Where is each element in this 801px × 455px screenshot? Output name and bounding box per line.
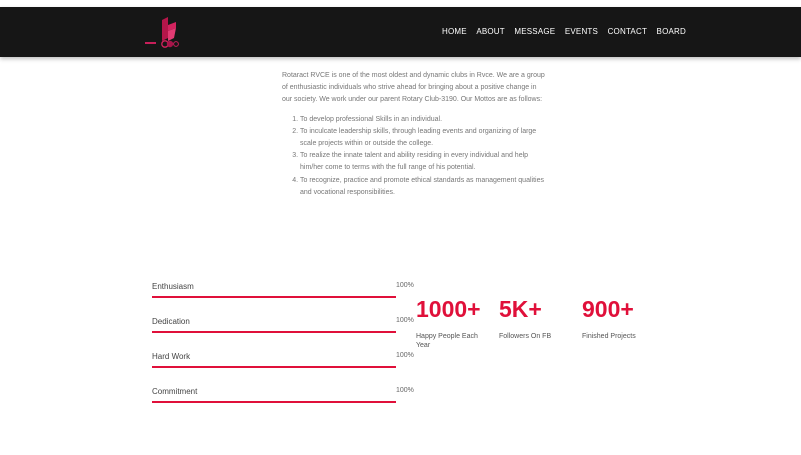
skill-enthusiasm: Enthusiasm 100% — [152, 282, 414, 317]
skill-percent: 100% — [396, 282, 414, 289]
stat-happy-people: 1000+ Happy People Each Year — [416, 296, 488, 350]
about-section: Rotaract RVCE is one of the most oldest … — [282, 70, 547, 199]
stats-section: 1000+ Happy People Each Year 5K+ Followe… — [416, 296, 676, 356]
stat-projects: 900+ Finished Projects — [582, 296, 654, 341]
skill-percent: 100% — [396, 352, 414, 359]
main-nav: HOME ABOUT MESSAGE EVENTS CONTACT BOARD — [442, 27, 696, 36]
skill-progress-track — [152, 401, 396, 403]
nav-about[interactable]: ABOUT — [476, 27, 505, 36]
stat-caption: Followers On FB — [499, 333, 552, 340]
stat-caption: Happy People Each Year — [416, 333, 478, 349]
motto-item: To recognize, practice and promote ethic… — [300, 175, 547, 199]
stat-followers: 5K+ Followers On FB — [499, 296, 571, 341]
nav-home[interactable]: HOME — [442, 27, 467, 36]
skills-section: Enthusiasm 100% Dedication 100% Hard Wor… — [152, 282, 414, 422]
skill-progress-track — [152, 366, 396, 368]
motto-item: To inculcate leadership skills, through … — [300, 126, 547, 150]
stat-caption: Finished Projects — [582, 333, 636, 340]
skill-progress-track — [152, 296, 396, 298]
motto-item: To develop professional Skills in an ind… — [300, 114, 547, 126]
mottos-list: To develop professional Skills in an ind… — [282, 114, 547, 199]
skill-percent: 100% — [396, 387, 414, 394]
skill-hard-work: Hard Work 100% — [152, 352, 414, 387]
skill-commitment: Commitment 100% — [152, 387, 414, 422]
skill-label: Dedication — [152, 317, 190, 326]
skill-label: Enthusiasm — [152, 282, 194, 291]
skill-progress-bar — [152, 331, 396, 333]
stat-number: 900+ — [582, 296, 634, 322]
skill-progress-bar — [152, 401, 396, 403]
stat-number: 1000+ — [416, 296, 481, 322]
skill-label: Commitment — [152, 387, 198, 396]
nav-board[interactable]: BOARD — [657, 27, 686, 36]
stat-number: 5K+ — [499, 296, 542, 322]
skill-progress-bar — [152, 296, 396, 298]
nav-message[interactable]: MESSAGE — [514, 27, 555, 36]
skill-label: Hard Work — [152, 352, 191, 361]
skill-progress-bar — [152, 366, 396, 368]
nav-contact[interactable]: CONTACT — [608, 27, 647, 36]
nav-events[interactable]: EVENTS — [565, 27, 598, 36]
rotaract-logo[interactable] — [143, 16, 195, 52]
skill-percent: 100% — [396, 317, 414, 324]
motto-item: To realize the innate talent and ability… — [300, 150, 547, 174]
skill-dedication: Dedication 100% — [152, 317, 414, 352]
about-intro: Rotaract RVCE is one of the most oldest … — [282, 72, 545, 104]
top-navbar: HOME ABOUT MESSAGE EVENTS CONTACT BOARD — [0, 7, 801, 57]
skill-progress-track — [152, 331, 396, 333]
